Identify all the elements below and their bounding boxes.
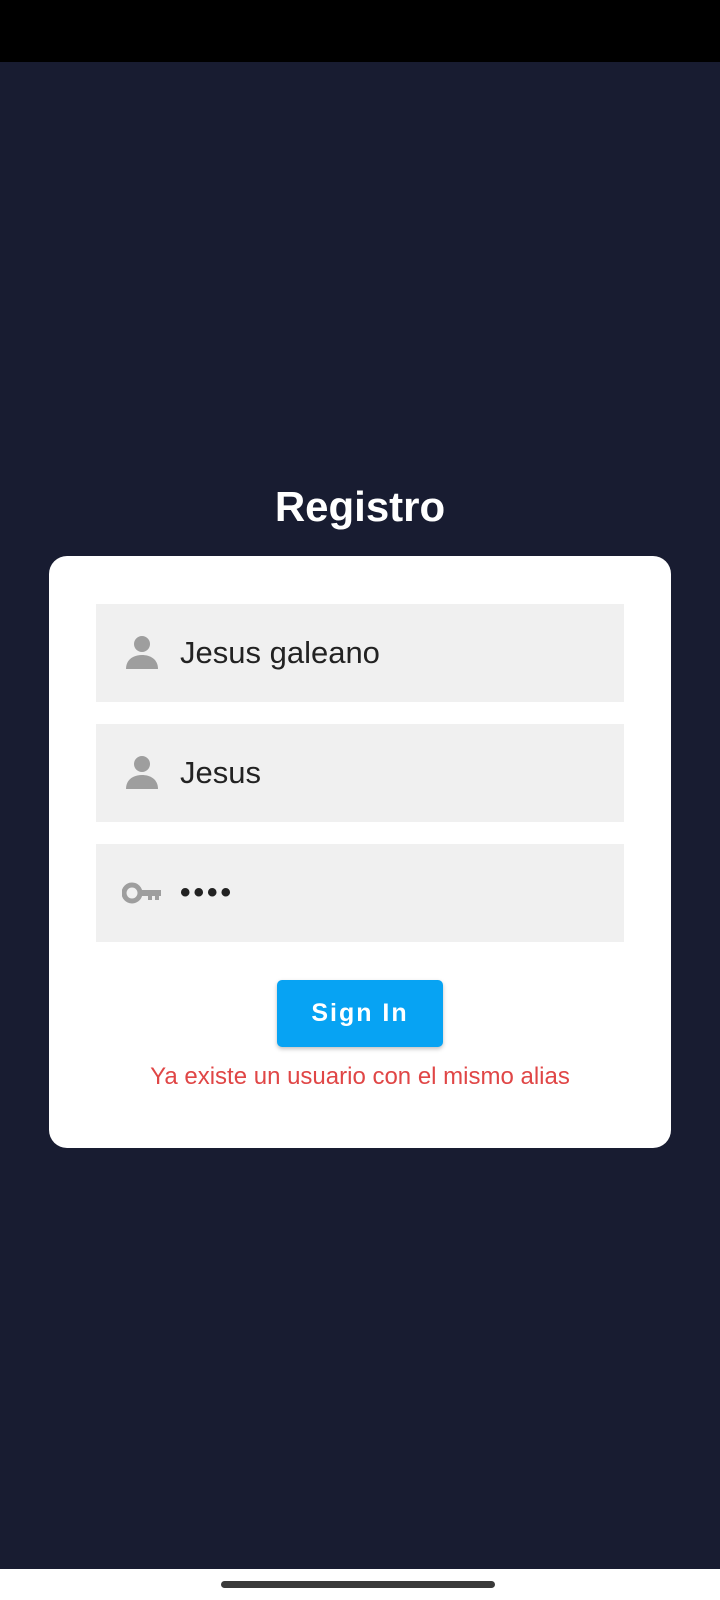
alias-field[interactable]: Jesus: [96, 724, 624, 822]
password-field[interactable]: ••••: [96, 844, 624, 942]
status-bar: [0, 0, 720, 62]
navigation-bar: [0, 1569, 720, 1600]
sign-in-button[interactable]: Sign In: [277, 980, 443, 1047]
name-field-value: Jesus galeano: [180, 635, 380, 670]
registration-card: Jesus galeano Jesus •••• Sign In Ya exis…: [49, 556, 671, 1148]
name-field[interactable]: Jesus galeano: [96, 604, 624, 702]
home-indicator[interactable]: [221, 1581, 495, 1588]
key-icon: [122, 875, 162, 911]
password-field-value: ••••: [180, 876, 235, 909]
person-icon: [122, 755, 162, 791]
page-title: Registro: [274, 483, 446, 530]
error-message: Ya existe un usuario con el mismo alias: [150, 1063, 570, 1090]
alias-field-value: Jesus: [180, 755, 261, 790]
person-icon: [122, 635, 162, 671]
